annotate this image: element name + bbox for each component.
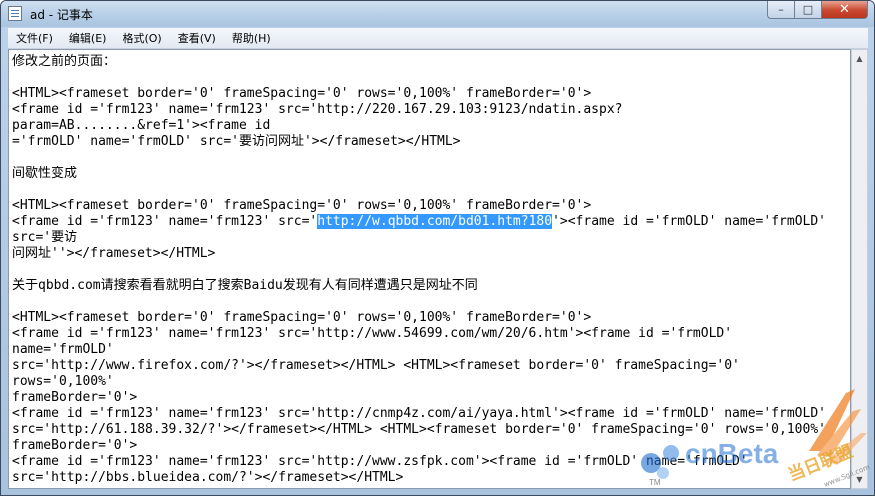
- maximize-button[interactable]: □: [794, 1, 821, 19]
- text-line: src='http://www.firefox.com/?'></framese…: [12, 358, 740, 373]
- text-line: src='http://bbs.blueidea.com/?'></frames…: [12, 470, 404, 485]
- text-line: [12, 262, 850, 278]
- text-line: 关于qbbd.com请搜索看看就明白了搜索Baidu发现有人有同样遭遇只是网址不…: [12, 278, 478, 293]
- menu-view[interactable]: 查看(V): [170, 30, 224, 46]
- title-bar[interactable]: ad - 记事本 – □ ✕: [1, 1, 874, 27]
- text-line: <frame id ='frm123' name='frm123' src='h…: [12, 454, 748, 469]
- menu-edit[interactable]: 编辑(E): [61, 30, 115, 46]
- scroll-down-icon[interactable]: ▼: [852, 471, 867, 488]
- scroll-up-icon[interactable]: ▲: [852, 50, 867, 67]
- window-title: ad - 记事本: [30, 8, 93, 22]
- notepad-window: ad - 记事本 – □ ✕ 文件(F) 编辑(E) 格式(O) 查看(V) 帮…: [0, 0, 875, 496]
- text-after-selection: '><frame id ='frmOLD' name='frmOLD': [552, 214, 826, 229]
- minimize-button[interactable]: –: [767, 1, 794, 19]
- text-line: [12, 182, 850, 198]
- notepad-icon[interactable]: [8, 6, 22, 21]
- text-line: <HTML><frameset border='0' frameSpacing=…: [12, 198, 592, 213]
- menu-bar: 文件(F) 编辑(E) 格式(O) 查看(V) 帮助(H): [8, 28, 868, 49]
- text-line: 问网址''></frameset></HTML>: [12, 246, 216, 261]
- text-line: name='frmOLD': [12, 342, 114, 357]
- text-line: 间歇性变成: [12, 166, 78, 181]
- text-line: <HTML><frameset border='0' frameSpacing=…: [12, 86, 592, 101]
- maximize-icon: □: [802, 3, 814, 16]
- text-editor[interactable]: 修改之前的页面： <HTML><frameset border='0' fram…: [8, 49, 851, 489]
- menu-format[interactable]: 格式(O): [114, 30, 169, 46]
- text-content: 修改之前的页面： <HTML><frameset border='0' fram…: [12, 54, 850, 486]
- text-line: <frame id ='frm123' name='frm123' src='h…: [12, 102, 623, 117]
- close-button[interactable]: ✕: [821, 1, 868, 19]
- vertical-scrollbar[interactable]: ▲ ▼: [851, 49, 868, 489]
- text-line: 修改之前的页面：: [12, 54, 117, 69]
- text-line: ='frmOLD' name='frmOLD' src='要访问网址'></fr…: [12, 134, 461, 149]
- menu-help[interactable]: 帮助(H): [224, 30, 279, 46]
- menu-file[interactable]: 文件(F): [8, 30, 61, 46]
- selected-text-line: <frame id ='frm123' name='frm123' src='h…: [12, 214, 850, 230]
- minimize-icon: –: [778, 3, 784, 16]
- close-icon: ✕: [839, 2, 850, 17]
- text-line: param=AB........&ref=1'><frame id: [12, 118, 271, 133]
- text-line: src='http://61.188.39.32/?'></frameset><…: [12, 422, 826, 437]
- text-line: <frame id ='frm123' name='frm123' src='h…: [12, 406, 826, 421]
- text-selection[interactable]: http://w.qbbd.com/bd01.htm?180: [317, 214, 553, 229]
- text-line: [12, 294, 850, 310]
- text-line: [12, 70, 850, 86]
- text-line: <HTML><frameset border='0' frameSpacing=…: [12, 310, 592, 325]
- text-line: rows='0,100%': [12, 374, 114, 389]
- window-controls: – □ ✕: [767, 1, 868, 20]
- text-line: src='要访: [12, 230, 78, 245]
- text-before-selection: <frame id ='frm123' name='frm123' src=': [12, 214, 318, 229]
- text-line: frameBorder='0'>: [12, 438, 138, 453]
- text-line: [12, 150, 850, 166]
- text-line: <frame id ='frm123' name='frm123' src='h…: [12, 326, 733, 341]
- text-line: frameBorder='0'>: [12, 390, 138, 405]
